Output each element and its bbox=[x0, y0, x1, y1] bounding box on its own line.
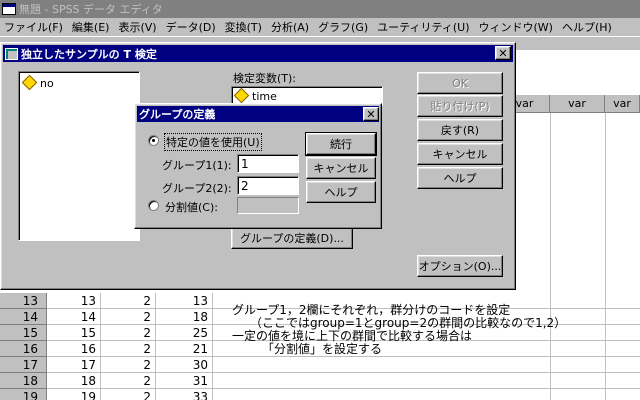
ok-button[interactable]: OK bbox=[417, 72, 503, 94]
menu-data[interactable]: データ(D) bbox=[166, 19, 216, 35]
cell[interactable]: 13 bbox=[155, 293, 212, 309]
use-specified-label[interactable]: 特定の値を使用(U) bbox=[164, 133, 262, 151]
cell[interactable]: 18 bbox=[155, 309, 212, 325]
grid-line bbox=[212, 293, 213, 400]
group1-input[interactable]: 1 bbox=[237, 154, 299, 173]
cutpoint-input bbox=[237, 197, 299, 214]
define-help-button[interactable]: ヘルプ bbox=[306, 181, 376, 203]
group1-value: 1 bbox=[241, 157, 249, 171]
column-header-var[interactable]: var bbox=[550, 95, 605, 113]
dialog-icon bbox=[5, 47, 18, 60]
options-button[interactable]: オプション(O)... bbox=[417, 255, 503, 277]
row-number[interactable]: 15 bbox=[0, 325, 47, 341]
menu-graphs[interactable]: グラフ(G) bbox=[318, 19, 368, 35]
row-number[interactable]: 16 bbox=[0, 341, 47, 357]
row-number[interactable]: 14 bbox=[0, 309, 47, 325]
test-variables-label: 検定変数(T): bbox=[233, 72, 297, 85]
close-icon: ✕ bbox=[498, 46, 508, 60]
row-number[interactable]: 18 bbox=[0, 373, 47, 389]
variable-icon bbox=[21, 74, 38, 91]
grid-line bbox=[155, 293, 156, 400]
define-groups-dialog: グループの定義 ✕ 特定の値を使用(U) グループ1(1): 1 グループ2(2… bbox=[134, 103, 382, 229]
variable-icon bbox=[233, 87, 250, 104]
column-header-var[interactable]: var bbox=[605, 95, 640, 113]
continue-button[interactable]: 続行 bbox=[305, 132, 377, 156]
cutpoint-label[interactable]: 分割値(C): bbox=[165, 199, 218, 215]
grid-line bbox=[100, 293, 101, 400]
cutpoint-radio[interactable] bbox=[148, 200, 159, 211]
row-number[interactable]: 17 bbox=[0, 357, 47, 373]
cell[interactable]: 13 bbox=[48, 293, 100, 309]
annotation-line: グループ1，2欄にそれぞれ，群分けのコードを設定 bbox=[232, 303, 511, 317]
reset-button[interactable]: 戻す(R) bbox=[417, 119, 503, 141]
cell[interactable]: 2 bbox=[100, 341, 155, 357]
group2-label: グループ2(2): bbox=[162, 182, 232, 195]
paste-button[interactable]: 貼り付け(P) bbox=[417, 95, 503, 117]
cell[interactable]: 18 bbox=[48, 373, 100, 389]
cell[interactable]: 2 bbox=[100, 357, 155, 373]
cell[interactable]: 25 bbox=[155, 325, 212, 341]
menu-transform[interactable]: 変換(T) bbox=[225, 19, 262, 35]
source-variable-list[interactable]: no bbox=[18, 71, 140, 241]
group1-label: グループ1(1): bbox=[162, 159, 232, 172]
group2-input[interactable]: 2 bbox=[237, 176, 299, 195]
define-groups-title: グループの定義 bbox=[139, 108, 216, 121]
define-groups-close-button[interactable]: ✕ bbox=[363, 107, 379, 121]
cancel-button[interactable]: キャンセル bbox=[417, 143, 503, 165]
define-cancel-button[interactable]: キャンセル bbox=[306, 157, 376, 179]
cell[interactable]: 14 bbox=[48, 309, 100, 325]
app-titlebar: 無題 - SPSS データ エディタ bbox=[0, 0, 640, 18]
annotation-line: 一定の値を境に上下の群間で比較する場合は bbox=[232, 329, 473, 343]
ttest-close-button[interactable]: ✕ bbox=[495, 46, 511, 60]
row-number[interactable]: 19 bbox=[0, 389, 47, 400]
menu-utilities[interactable]: ユーティリティ(U) bbox=[377, 19, 469, 35]
table-row[interactable]: 19 19 2 33 bbox=[0, 389, 640, 400]
cell[interactable]: 21 bbox=[155, 341, 212, 357]
variable-name: time bbox=[252, 90, 277, 103]
use-specified-radio[interactable] bbox=[148, 135, 159, 146]
annotation-line: 「分割値」を設定する bbox=[262, 342, 383, 356]
app-title: 無題 - SPSS データ エディタ bbox=[19, 3, 163, 16]
cell[interactable]: 31 bbox=[155, 373, 212, 389]
cell[interactable]: 2 bbox=[100, 325, 155, 341]
close-icon: ✕ bbox=[366, 107, 376, 121]
menu-bar: ファイル(F) 編集(E) 表示(V) データ(D) 変換(T) 分析(A) グ… bbox=[0, 18, 640, 36]
cell[interactable]: 30 bbox=[155, 357, 212, 373]
cell[interactable]: 2 bbox=[100, 389, 155, 400]
ttest-dialog-titlebar: 独立したサンプルの T 検定 bbox=[3, 45, 513, 62]
cell[interactable]: 19 bbox=[48, 389, 100, 400]
table-row[interactable]: 18 18 2 31 bbox=[0, 373, 640, 389]
group2-value: 2 bbox=[241, 179, 249, 193]
ttest-dialog-title: 独立したサンプルの T 検定 bbox=[21, 47, 157, 61]
menu-view[interactable]: 表示(V) bbox=[118, 19, 156, 35]
cell[interactable]: 15 bbox=[48, 325, 100, 341]
menu-analyze[interactable]: 分析(A) bbox=[271, 19, 309, 35]
menu-window[interactable]: ウィンドウ(W) bbox=[479, 19, 553, 35]
cell[interactable]: 16 bbox=[48, 341, 100, 357]
app-icon bbox=[2, 3, 16, 15]
cell[interactable]: 17 bbox=[48, 357, 100, 373]
annotation-line: （ここではgroup=1とgroup=2の群間の比較なので1,2） bbox=[250, 316, 567, 330]
list-item[interactable]: no bbox=[21, 74, 54, 91]
define-groups-button[interactable]: グループの定義(D)... bbox=[231, 227, 353, 249]
menu-edit[interactable]: 編集(E) bbox=[72, 19, 110, 35]
table-row[interactable]: 17 17 2 30 bbox=[0, 357, 640, 373]
row-number[interactable]: 13 bbox=[0, 293, 47, 309]
cell[interactable]: 2 bbox=[100, 293, 155, 309]
variable-name: no bbox=[40, 77, 54, 90]
cell[interactable]: 2 bbox=[100, 309, 155, 325]
menu-file[interactable]: ファイル(F) bbox=[4, 19, 63, 35]
list-item[interactable]: time bbox=[233, 87, 277, 104]
define-groups-titlebar: グループの定義 bbox=[137, 106, 379, 122]
help-button[interactable]: ヘルプ bbox=[417, 167, 503, 189]
cell[interactable]: 2 bbox=[100, 373, 155, 389]
cell[interactable]: 33 bbox=[155, 389, 212, 400]
menu-help[interactable]: ヘルプ(H) bbox=[562, 19, 612, 35]
